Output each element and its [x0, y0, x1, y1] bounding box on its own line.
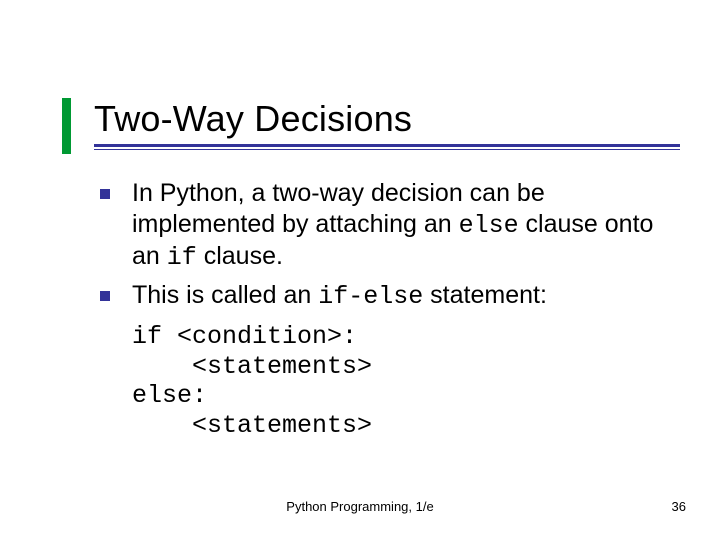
- slide-body: In Python, a two-way decision can be imp…: [100, 178, 670, 440]
- code-block: if <condition>: <statements> else: <stat…: [132, 322, 670, 440]
- slide-title: Two-Way Decisions: [94, 98, 680, 140]
- square-bullet-icon: [100, 189, 110, 199]
- title-block: Two-Way Decisions: [94, 98, 680, 150]
- title-underline-thick: [94, 144, 680, 147]
- slide: Two-Way Decisions In Python, a two-way d…: [0, 0, 720, 540]
- bullet-text: In Python, a two-way decision can be imp…: [132, 178, 670, 274]
- title-accent-bar: [62, 98, 71, 154]
- footer-center-text: Python Programming, 1/e: [0, 499, 720, 514]
- square-bullet-icon: [100, 291, 110, 301]
- title-underline-thin: [94, 149, 680, 150]
- bullet-text: This is called an if-else statement:: [132, 280, 547, 313]
- bullet-item: In Python, a two-way decision can be imp…: [100, 178, 670, 274]
- footer-page-number: 36: [672, 499, 686, 514]
- bullet-item: This is called an if-else statement:: [100, 280, 670, 313]
